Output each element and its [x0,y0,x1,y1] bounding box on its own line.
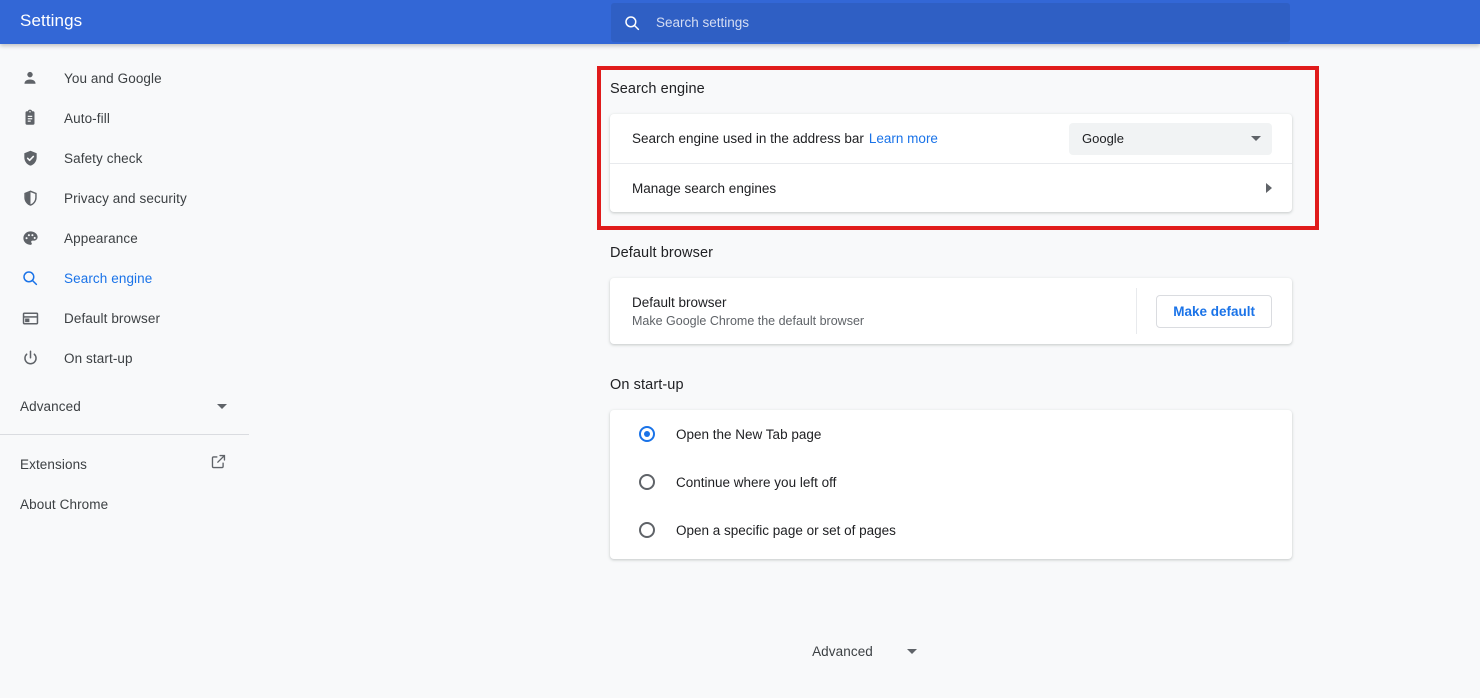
sidebar-about-label: About Chrome [20,496,109,512]
startup-option-label: Continue where you left off [676,474,837,490]
startup-option-continue[interactable]: Continue where you left off [610,458,1292,506]
shield-check-icon [20,148,40,168]
external-link-icon [210,453,227,475]
on-startup-card: Open the New Tab page Continue where you… [610,410,1292,559]
search-engine-section-title: Search engine [610,81,705,97]
manage-search-engines-label: Manage search engines [632,180,777,196]
manage-search-engines-row[interactable]: Manage search engines [610,164,1292,212]
sidebar-item-about-chrome[interactable]: About Chrome [0,484,249,524]
sidebar-item-label: Search engine [64,270,153,286]
sidebar-item-auto-fill[interactable]: Auto-fill [0,98,249,138]
startup-option-specific-page[interactable]: Open a specific page or set of pages [610,506,1292,554]
search-engine-card: Search engine used in the address bar Le… [610,114,1292,212]
radio-button[interactable] [639,474,655,490]
sidebar-item-privacy-and-security[interactable]: Privacy and security [0,178,249,218]
palette-icon [20,228,40,248]
chevron-down-icon [1251,136,1261,141]
radio-button[interactable] [639,426,655,442]
advanced-footer-label: Advanced [812,644,873,659]
startup-option-new-tab[interactable]: Open the New Tab page [610,410,1292,458]
sidebar-item-label: Privacy and security [64,190,187,206]
sidebar-advanced-label: Advanced [20,398,81,414]
vertical-divider [1136,288,1138,334]
search-engine-select-value: Google [1082,131,1124,146]
chevron-right-icon [1266,183,1272,193]
shield-half-icon [20,188,40,208]
default-browser-section-title: Default browser [610,245,714,261]
advanced-expand-button[interactable]: Advanced [249,644,1480,659]
clipboard-icon [20,108,40,128]
make-default-button[interactable]: Make default [1156,294,1272,328]
sidebar-item-search-engine[interactable]: Search engine [0,258,249,298]
sidebar-item-label: You and Google [64,70,162,86]
settings-header: Settings Search settings [0,0,1480,44]
search-engine-address-bar-row: Search engine used in the address bar Le… [610,114,1292,163]
sidebar-item-extensions[interactable]: Extensions [0,444,249,484]
search-engine-address-bar-label: Search engine used in the address bar [632,131,864,146]
browser-window-icon [20,308,40,328]
settings-main: Search engine Search engine used in the … [249,44,1480,698]
startup-option-label: Open a specific page or set of pages [676,522,896,538]
radio-button[interactable] [639,522,655,538]
search-engine-select[interactable]: Google [1069,122,1272,155]
default-browser-text-block: Default browser Make Google Chrome the d… [632,295,864,328]
startup-option-label: Open the New Tab page [676,426,822,442]
default-browser-row: Default browser Make Google Chrome the d… [610,278,1292,344]
search-icon [20,268,40,288]
sidebar-item-appearance[interactable]: Appearance [0,218,249,258]
power-icon [20,348,40,368]
on-startup-section-title: On start-up [610,377,684,393]
default-browser-card: Default browser Make Google Chrome the d… [610,278,1292,344]
sidebar-divider [0,434,249,435]
sidebar-item-label: Default browser [64,310,161,326]
search-settings-box[interactable]: Search settings [611,3,1290,42]
sidebar-advanced-toggle[interactable]: Advanced [0,386,249,426]
sidebar-item-on-start-up[interactable]: On start-up [0,338,249,378]
sidebar-item-default-browser[interactable]: Default browser [0,298,249,338]
sidebar-item-label: On start-up [64,350,133,366]
search-icon [623,14,641,32]
chevron-down-icon [217,403,227,409]
default-browser-row-sub: Make Google Chrome the default browser [632,313,865,328]
sidebar-item-you-and-google[interactable]: You and Google [0,58,249,98]
page-title: Settings [20,11,83,30]
person-icon [20,68,40,88]
chevron-down-icon [906,649,917,654]
sidebar-item-label: Safety check [64,150,143,166]
settings-sidebar: You and Google Auto-fill Safety check Pr… [0,44,249,698]
sidebar-item-label: Auto-fill [64,110,110,126]
sidebar-extensions-label: Extensions [20,456,88,472]
sidebar-item-safety-check[interactable]: Safety check [0,138,249,178]
sidebar-item-label: Appearance [64,230,138,246]
search-input[interactable]: Search settings [656,15,749,30]
default-browser-row-label: Default browser [632,294,727,310]
learn-more-link[interactable]: Learn more [869,131,938,146]
